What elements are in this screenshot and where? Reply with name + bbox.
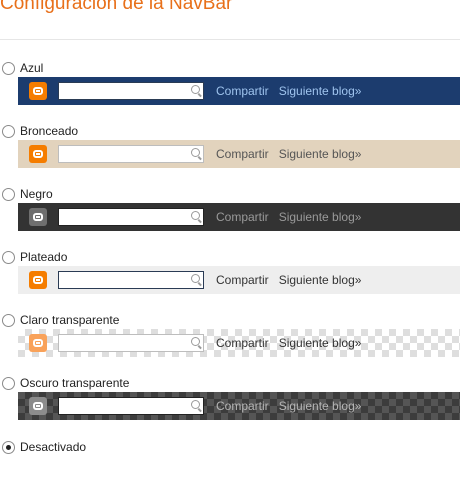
search-icon xyxy=(191,211,200,220)
search-icon xyxy=(191,400,200,409)
navbar-preview-azul: Compartir Siguiente blog» xyxy=(18,77,460,105)
next-blog-link: Siguiente blog» xyxy=(278,210,362,224)
share-link: Compartir xyxy=(216,210,269,224)
radio-oscuro-transparente[interactable] xyxy=(2,376,15,390)
radio-row-bronceado[interactable]: Bronceado xyxy=(0,123,78,139)
navbar-preview-bronceado: Compartir Siguiente blog» xyxy=(18,140,460,168)
search-icon xyxy=(191,337,200,346)
option-label[interactable]: Negro xyxy=(20,187,53,201)
navbar-preview-claro-transparente: Compartir Siguiente blog» xyxy=(18,329,460,357)
title-divider xyxy=(0,39,460,40)
radio-negro[interactable] xyxy=(2,187,15,201)
next-blog-link: Siguiente blog» xyxy=(278,273,362,287)
search-icon xyxy=(191,85,200,94)
search-field xyxy=(58,82,204,100)
blogger-logo-icon xyxy=(29,271,47,289)
blogger-logo-icon xyxy=(29,334,47,352)
next-blog-link: Siguiente blog» xyxy=(278,84,362,98)
share-link: Compartir xyxy=(216,84,269,98)
next-blog-link: Siguiente blog» xyxy=(278,336,362,350)
search-field xyxy=(58,208,204,226)
next-blog-link: Siguiente blog» xyxy=(278,399,362,413)
radio-row-negro[interactable]: Negro xyxy=(0,186,53,202)
radio-bronceado[interactable] xyxy=(2,124,15,138)
search-icon xyxy=(191,148,200,157)
radio-azul[interactable] xyxy=(2,61,15,75)
radio-row-oscuro-transparente[interactable]: Oscuro transparente xyxy=(0,375,129,391)
blogger-logo-icon xyxy=(29,145,47,163)
share-link: Compartir xyxy=(216,273,269,287)
search-field xyxy=(58,145,204,163)
radio-plateado[interactable] xyxy=(2,250,15,264)
share-link: Compartir xyxy=(216,147,269,161)
option-label[interactable]: Bronceado xyxy=(20,124,78,138)
option-label[interactable]: Plateado xyxy=(20,250,67,264)
radio-row-azul[interactable]: Azul xyxy=(0,60,43,76)
navbar-preview-plateado: Compartir Siguiente blog» xyxy=(18,266,460,294)
option-label[interactable]: Desactivado xyxy=(20,440,86,454)
navbar-preview-oscuro-transparente: Compartir Siguiente blog» xyxy=(18,392,460,420)
search-icon xyxy=(191,274,200,283)
page-title: Configuración de la NavBar xyxy=(0,0,233,14)
next-blog-link: Siguiente blog» xyxy=(278,147,362,161)
radio-row-claro-transparente[interactable]: Claro transparente xyxy=(0,312,119,328)
search-field xyxy=(58,397,204,415)
share-link: Compartir xyxy=(216,399,269,413)
navbar-preview-negro: Compartir Siguiente blog» xyxy=(18,203,460,231)
radio-claro-transparente[interactable] xyxy=(2,313,15,327)
option-label[interactable]: Claro transparente xyxy=(20,313,119,327)
option-label[interactable]: Azul xyxy=(20,61,43,75)
radio-desactivado[interactable] xyxy=(2,440,15,454)
blogger-logo-icon xyxy=(29,82,47,100)
search-field xyxy=(58,334,204,352)
radio-row-desactivado[interactable]: Desactivado xyxy=(0,439,86,455)
radio-row-plateado[interactable]: Plateado xyxy=(0,249,67,265)
blogger-logo-icon xyxy=(29,397,47,415)
search-field xyxy=(58,271,204,289)
share-link: Compartir xyxy=(216,336,269,350)
option-label[interactable]: Oscuro transparente xyxy=(20,376,129,390)
blogger-logo-icon xyxy=(29,208,47,226)
